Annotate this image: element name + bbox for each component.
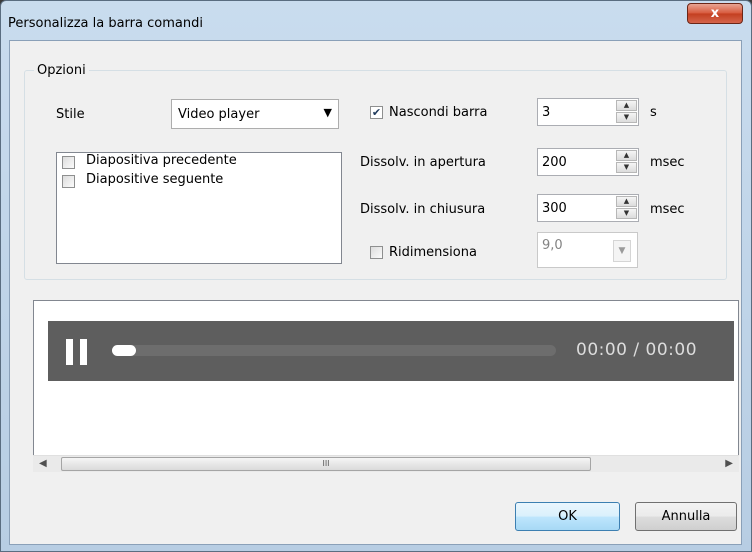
- commands-list[interactable]: [56, 152, 342, 264]
- checkmark-icon: ✔: [371, 106, 382, 119]
- spin-up-icon[interactable]: ▲: [616, 150, 637, 161]
- ok-button[interactable]: OK: [515, 502, 620, 531]
- resize-combo: 9,0 ▼: [537, 232, 638, 268]
- fade-in-unit: msec: [650, 155, 685, 170]
- fade-in-label: Dissolv. in apertura: [360, 155, 486, 170]
- close-icon: x: [710, 6, 720, 21]
- progress-track[interactable]: [112, 345, 556, 356]
- style-select-value: Video player: [178, 107, 260, 122]
- resize-checkbox[interactable]: [370, 246, 383, 259]
- spin-down-icon[interactable]: ▼: [616, 162, 637, 173]
- scroll-right-icon[interactable]: ▶: [725, 458, 733, 469]
- pause-icon[interactable]: [66, 339, 90, 365]
- style-label: Stile: [56, 107, 85, 122]
- hide-bar-label: Nascondi barra: [389, 105, 488, 120]
- fade-out-value: 300: [542, 201, 567, 216]
- resize-combo-value: 9,0: [542, 238, 563, 253]
- chevron-down-icon: ▼: [613, 240, 631, 262]
- command-label-next: Diapositive seguente: [86, 172, 224, 187]
- window-title: Personalizza la barra comandi: [8, 16, 203, 31]
- hide-bar-checkbox[interactable]: ✔: [370, 106, 383, 119]
- fade-out-spinner: ▲ ▼: [616, 196, 637, 220]
- fade-out-input[interactable]: 300 ▲ ▼: [537, 194, 639, 222]
- style-select[interactable]: Video player ▼: [171, 99, 339, 129]
- spin-up-icon[interactable]: ▲: [616, 196, 637, 207]
- spin-up-icon[interactable]: ▲: [616, 100, 637, 111]
- hide-bar-unit: s: [650, 105, 657, 120]
- chevron-down-icon: ▼: [323, 106, 332, 119]
- fade-out-unit: msec: [650, 202, 685, 217]
- hide-bar-seconds-value: 3: [542, 105, 551, 120]
- fade-out-label: Dissolv. in chiusura: [360, 202, 486, 217]
- fade-in-input[interactable]: 200 ▲ ▼: [537, 148, 639, 176]
- grip-icon: III: [322, 459, 330, 468]
- command-checkbox-previous[interactable]: [62, 156, 75, 169]
- resize-label: Ridimensiona: [389, 245, 477, 260]
- cancel-button[interactable]: Annulla: [635, 502, 737, 531]
- scrollbar-thumb[interactable]: III: [61, 457, 591, 471]
- options-group-legend: Opzioni: [34, 63, 89, 78]
- command-checkbox-next[interactable]: [62, 175, 75, 188]
- horizontal-scrollbar[interactable]: ◀ III ▶: [33, 455, 739, 472]
- progress-thumb[interactable]: [112, 345, 136, 356]
- scroll-left-icon[interactable]: ◀: [39, 458, 47, 469]
- timecode: 00:00 / 00:00: [576, 340, 698, 360]
- fade-in-value: 200: [542, 155, 567, 170]
- hide-bar-seconds-input[interactable]: 3 ▲ ▼: [537, 98, 639, 126]
- close-button[interactable]: x: [687, 3, 743, 24]
- spin-down-icon[interactable]: ▼: [616, 208, 637, 219]
- spin-down-icon[interactable]: ▼: [616, 112, 637, 123]
- fade-in-spinner: ▲ ▼: [616, 150, 637, 174]
- hide-bar-spinner: ▲ ▼: [616, 100, 637, 124]
- command-label-previous: Diapositiva precedente: [86, 153, 237, 168]
